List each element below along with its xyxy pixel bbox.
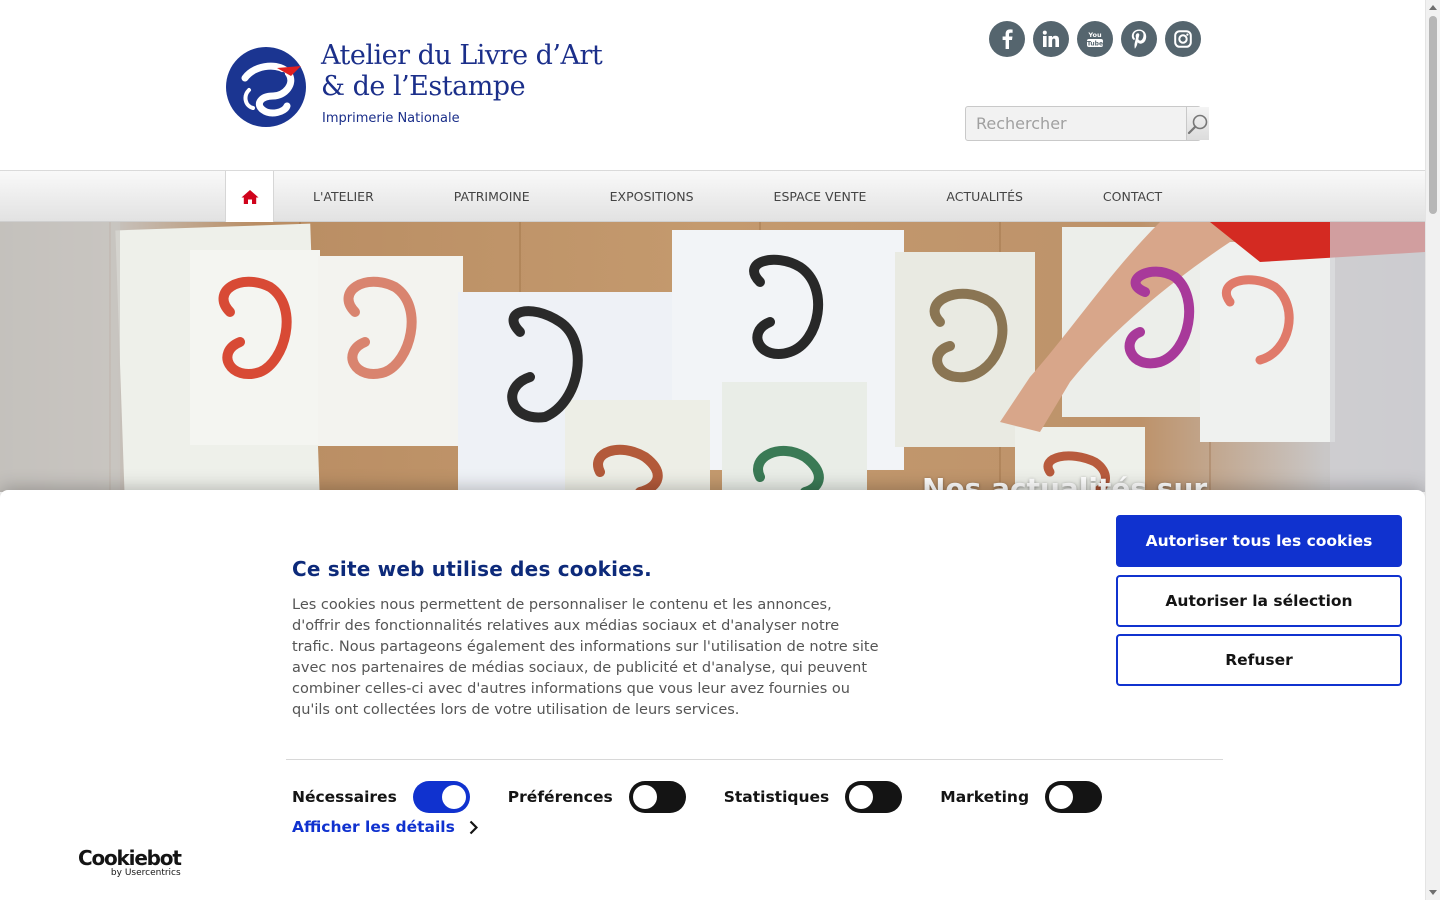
site-header: Atelier du Livre d’Art & de l’Estampe Im… (0, 0, 1425, 170)
hero-banner[interactable]: Nos actualités sur (0, 222, 1425, 492)
allow-all-cookies-button[interactable]: Autoriser tous les cookies (1116, 515, 1402, 567)
main-navigation: L'ATELIER PATRIMOINE EXPOSITIONS ESPACE … (0, 170, 1425, 222)
toggle-necessary-switch[interactable] (412, 781, 470, 813)
toggle-statistics-switch[interactable] (845, 781, 903, 813)
hero-caption: Nos actualités sur (922, 472, 1208, 492)
search-input[interactable] (966, 107, 1186, 140)
toggle-group-necessary: Nécessaires (292, 781, 470, 813)
facebook-icon (1002, 29, 1013, 49)
allow-selection-button[interactable]: Autoriser la sélection (1116, 575, 1402, 627)
toggle-preferences-switch[interactable] (628, 781, 686, 813)
cookie-title: Ce site web utilise des cookies. (292, 557, 652, 581)
facebook-button[interactable] (989, 21, 1025, 57)
nav-item-contact[interactable]: CONTACT (1103, 189, 1162, 204)
refuse-cookies-button[interactable]: Refuser (1116, 634, 1402, 686)
cookiebot-logo[interactable]: Cookiebot by Usercentrics (78, 846, 182, 878)
toggle-label-preferences: Préférences (507, 788, 613, 806)
logo-title-line2: & de l’Estampe (321, 71, 526, 102)
search-box (965, 106, 1209, 141)
show-details-label: Afficher les détails (292, 818, 455, 836)
nav-item-expositions[interactable]: EXPOSITIONS (610, 189, 694, 204)
logo-title-line1: Atelier du Livre d’Art (321, 40, 603, 71)
social-links: You Tube (989, 21, 1201, 57)
cookie-description: Les cookies nous permettent de personnal… (292, 597, 879, 718)
pinterest-icon (1131, 29, 1147, 49)
scroll-up-arrow-icon[interactable] (1429, 5, 1437, 10)
home-icon (241, 189, 258, 204)
toggle-label-necessary: Nécessaires (292, 788, 397, 806)
hero-prints-image (0, 222, 1425, 492)
site-logo[interactable]: Atelier du Livre d’Art & de l’Estampe Im… (225, 38, 603, 133)
switch-knob (441, 785, 466, 809)
nav-item-actualites[interactable]: ACTUALITÉS (946, 189, 1023, 204)
cookie-divider (286, 759, 1223, 760)
salamander-logo-icon (226, 47, 306, 127)
linkedin-icon (1042, 30, 1059, 47)
pinterest-button[interactable] (1121, 21, 1157, 57)
switch-knob (632, 785, 657, 809)
switch-knob (849, 785, 874, 809)
nav-home-button[interactable] (225, 171, 274, 222)
cookie-banner: Ce site web utilise des cookies. Les coo… (0, 490, 1425, 900)
toggle-label-statistics: Statistiques (723, 788, 830, 806)
nav-item-atelier[interactable]: L'ATELIER (313, 189, 374, 204)
vertical-scrollbar[interactable] (1425, 0, 1440, 900)
show-details-link[interactable]: Afficher les détails (292, 818, 478, 836)
search-button[interactable] (1186, 107, 1209, 140)
scroll-down-arrow-icon[interactable] (1429, 890, 1437, 895)
chevron-right-icon (469, 820, 478, 834)
cookie-toggles: Nécessaires Préférences Statistiques Mar… (292, 781, 1103, 813)
logo-subtitle: Imprimerie Nationale (322, 111, 460, 126)
cookiebot-wordmark: Cookiebot (78, 846, 182, 870)
youtube-button[interactable]: You Tube (1077, 21, 1113, 57)
toggle-group-statistics: Statistiques (724, 781, 903, 813)
page: Atelier du Livre d’Art & de l’Estampe Im… (0, 0, 1425, 900)
youtube-icon: YouTube (1087, 31, 1103, 47)
instagram-button[interactable] (1165, 21, 1201, 57)
toggle-label-marketing: Marketing (940, 788, 1030, 806)
toggle-group-preferences: Préférences (508, 781, 686, 813)
scrollbar-thumb[interactable] (1429, 16, 1437, 214)
nav-item-patrimoine[interactable]: PATRIMOINE (454, 189, 530, 204)
svg-text:Tube: Tube (1087, 40, 1103, 47)
search-icon (1187, 114, 1208, 134)
svg-text:You: You (1087, 31, 1102, 39)
switch-knob (1049, 785, 1074, 809)
nav-item-espace-vente[interactable]: ESPACE VENTE (774, 189, 867, 204)
toggle-marketing-switch[interactable] (1045, 781, 1103, 813)
instagram-icon (1174, 30, 1192, 48)
linkedin-button[interactable] (1033, 21, 1069, 57)
toggle-group-marketing: Marketing (940, 781, 1103, 813)
